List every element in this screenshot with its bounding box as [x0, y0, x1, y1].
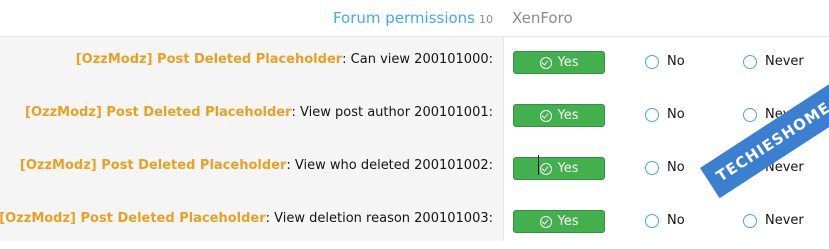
no-option[interactable]: No — [645, 54, 685, 69]
addon-name: [OzzModz] Post Deleted Placeholder — [25, 105, 292, 120]
check-circle-icon — [539, 109, 552, 122]
radio-icon — [743, 107, 757, 122]
no-label: No — [667, 213, 685, 228]
section-title-text: Forum permissions — [332, 9, 475, 27]
radio-icon — [743, 213, 757, 228]
addon-name: [OzzModz] Post Deleted Placeholder — [0, 211, 266, 226]
radio-icon — [645, 54, 659, 69]
permission-label: [OzzModz] Post Deleted Placeholder: View… — [0, 211, 493, 226]
check-circle-icon — [539, 162, 552, 175]
addon-name: [OzzModz] Post Deleted Placeholder — [19, 158, 287, 173]
permissions-header: Forum permissions 10 XenForo — [0, 0, 829, 37]
permission-row: [OzzModz] Post Deleted Placeholder: Can … — [0, 37, 829, 90]
permission-text: : Can view 200101000: — [342, 52, 493, 67]
no-label: No — [667, 54, 685, 69]
permission-text: : View deletion reason 200101003: — [265, 211, 493, 226]
no-option[interactable]: No — [645, 160, 685, 175]
yes-label: Yes — [557, 161, 579, 176]
no-label: No — [667, 107, 685, 122]
permission-row: [OzzModz] Post Deleted Placeholder: View… — [0, 90, 829, 143]
never-option[interactable]: Never — [743, 54, 804, 69]
permission-label: [OzzModz] Post Deleted Placeholder: Can … — [76, 52, 493, 67]
radio-icon — [645, 213, 659, 228]
no-label: No — [667, 160, 685, 175]
site-label: XenForo — [512, 9, 573, 27]
permission-count: 10 — [479, 13, 493, 26]
yes-label: Yes — [557, 55, 579, 70]
yes-label: Yes — [557, 214, 579, 229]
radio-icon — [743, 54, 757, 69]
check-circle-icon — [539, 215, 552, 228]
never-label: Never — [765, 54, 804, 69]
permission-text: : View post author 200101001: — [291, 105, 494, 120]
permission-text: : View who deleted 200101002: — [286, 158, 493, 173]
yes-option-selected[interactable]: Yes — [513, 210, 605, 233]
check-circle-icon — [539, 56, 552, 69]
addon-name: [OzzModz] Post Deleted Placeholder — [75, 52, 343, 67]
text-cursor — [538, 155, 539, 175]
permission-label: [OzzModz] Post Deleted Placeholder: View… — [25, 105, 493, 120]
yes-option-selected[interactable]: Yes — [513, 51, 605, 74]
yes-option-selected[interactable]: Yes — [513, 104, 605, 127]
never-label: Never — [765, 213, 804, 228]
radio-icon — [645, 160, 659, 175]
yes-label: Yes — [557, 108, 579, 123]
radio-icon — [645, 107, 659, 122]
section-title: Forum permissions 10 — [333, 9, 493, 27]
no-option[interactable]: No — [645, 107, 685, 122]
permission-label: [OzzModz] Post Deleted Placeholder: View… — [20, 158, 493, 173]
no-option[interactable]: No — [645, 213, 685, 228]
yes-option-selected[interactable]: Yes — [513, 157, 605, 180]
never-option[interactable]: Never — [743, 213, 804, 228]
permission-row: [OzzModz] Post Deleted Placeholder: View… — [0, 196, 829, 249]
